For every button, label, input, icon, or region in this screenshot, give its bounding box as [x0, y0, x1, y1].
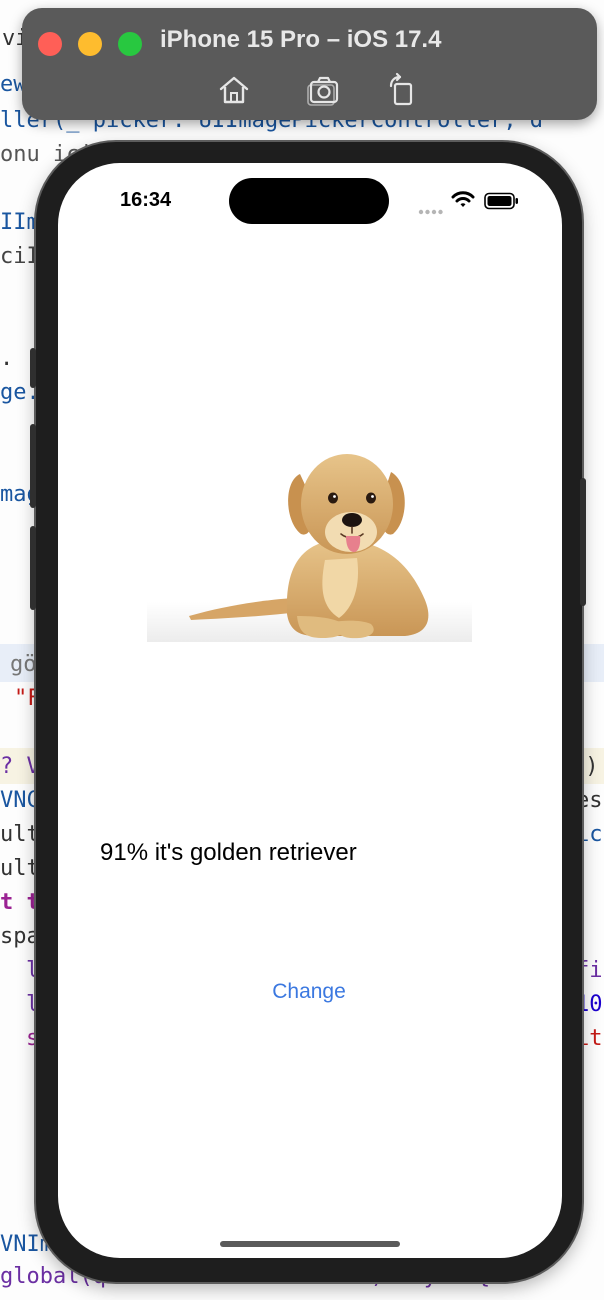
power-button[interactable]	[580, 478, 586, 606]
code-line: IIm	[0, 210, 40, 235]
screenshot-icon[interactable]	[305, 72, 341, 108]
code-line: t t	[0, 890, 40, 915]
simulator-title-bar: iPhone 15 Pro – iOS 17.4	[22, 8, 597, 120]
code-line: ? V	[0, 754, 40, 779]
simulator-title: iPhone 15 Pro – iOS 17.4	[160, 26, 442, 53]
code-line: ult	[0, 856, 40, 881]
code-line: .	[0, 346, 14, 371]
code-line: ciI	[0, 244, 40, 269]
close-window-button[interactable]	[38, 32, 62, 56]
cellular-dots-icon	[418, 203, 444, 221]
volume-up-button[interactable]	[30, 424, 36, 508]
code-line: ult	[0, 822, 40, 847]
phone-screen: 16:34 91% it's golden retriever Change	[58, 163, 562, 1258]
battery-icon	[484, 192, 520, 215]
status-bar-time: 16:34	[120, 189, 172, 211]
minimize-window-button[interactable]	[78, 32, 102, 56]
pet-photo	[147, 440, 472, 642]
home-indicator[interactable]	[220, 1241, 400, 1247]
dynamic-island	[229, 178, 389, 224]
classification-result-label: 91% it's golden retriever	[100, 839, 357, 866]
code-line: gö	[10, 652, 37, 677]
wifi-icon	[451, 190, 475, 215]
zoom-window-button[interactable]	[118, 32, 142, 56]
volume-down-button[interactable]	[30, 526, 36, 610]
action-button[interactable]	[30, 348, 36, 388]
code-line: VNC	[0, 788, 40, 813]
home-icon[interactable]	[216, 72, 252, 108]
code-line: spa	[0, 924, 40, 949]
change-image-button[interactable]: Change	[248, 976, 370, 1008]
rotate-icon[interactable]	[384, 72, 420, 108]
